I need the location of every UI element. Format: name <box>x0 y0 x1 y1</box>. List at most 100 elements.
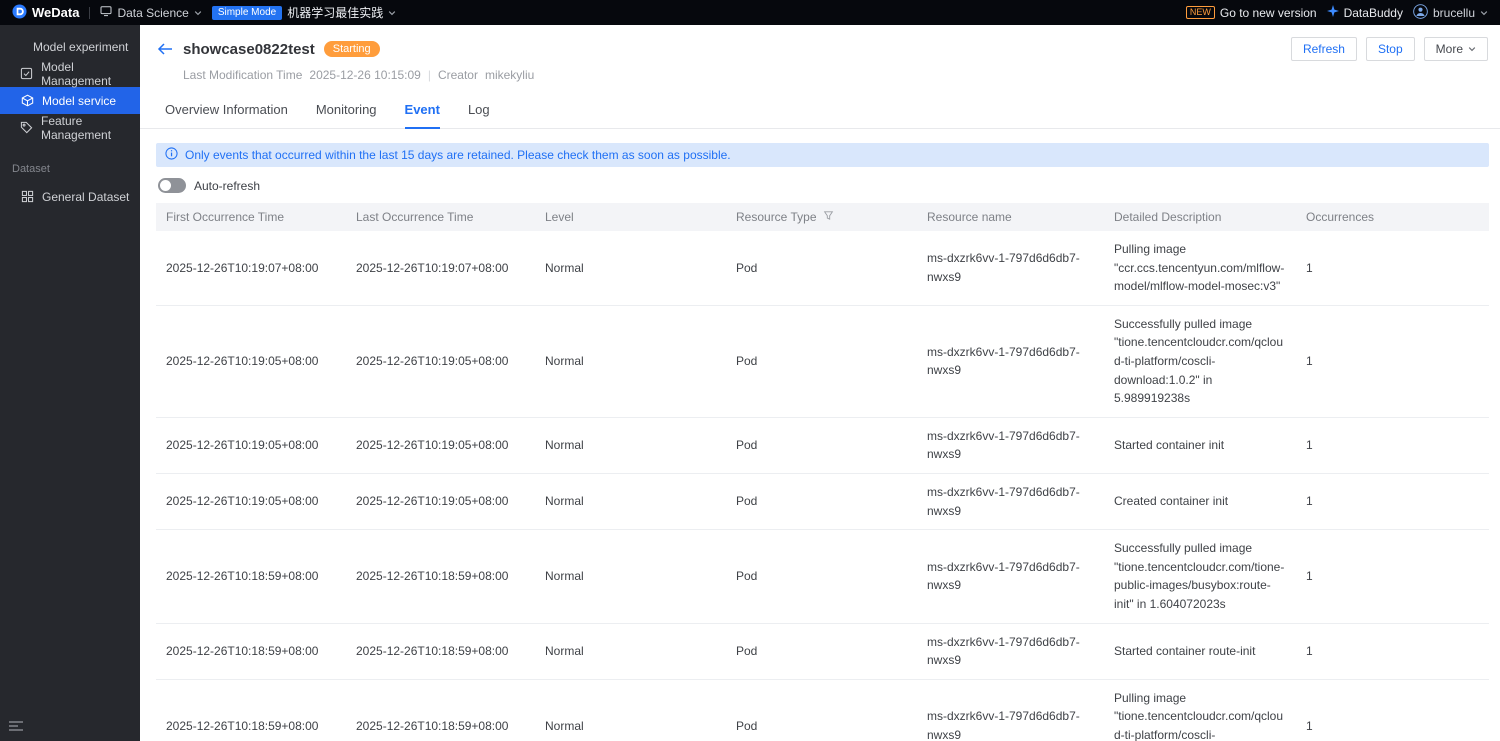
info-icon <box>165 147 178 163</box>
auto-refresh-label: Auto-refresh <box>194 178 261 193</box>
topbar: WeData Data Science Simple Mode 机器学习最佳实践… <box>0 0 1500 25</box>
tab-event[interactable]: Event <box>404 94 440 129</box>
new-badge: NEW <box>1185 6 1215 19</box>
table-row: 2025-12-26T10:18:59+08:00 2025-12-26T10:1… <box>156 529 1489 624</box>
wedata-logo-icon <box>12 3 27 22</box>
cell-description: Pulling image "ccr.ccs.tencentyun.com/ml… <box>1104 231 1296 306</box>
brand-name: WeData <box>32 5 80 20</box>
feature-management-icon <box>20 121 33 135</box>
cell-resource-name: ms-dxzrk6vv-1-797d6d6db7-nwxs9 <box>917 473 1104 531</box>
back-button[interactable] <box>156 40 174 58</box>
more-button-label: More <box>1435 42 1463 56</box>
cell-first-occurrence-time: 2025-12-26T10:19:05+08:00 <box>156 473 346 531</box>
events-table: First Occurrence Time Last Occurrence Ti… <box>156 203 1489 741</box>
databuddy-label: DataBuddy <box>1343 5 1403 20</box>
retention-notice-text: Only events that occurred within the las… <box>185 148 731 162</box>
cell-resource-type: Pod <box>726 417 917 474</box>
cell-resource-type: Pod <box>726 623 917 680</box>
col-resource-type: Resource Type <box>726 203 917 231</box>
tab-log[interactable]: Log <box>468 94 490 129</box>
cell-level: Normal <box>535 305 726 418</box>
project-selector[interactable]: Simple Mode 机器学习最佳实践 <box>211 4 396 21</box>
table-row: 2025-12-26T10:19:05+08:00 2025-12-26T10:1… <box>156 305 1489 418</box>
sidebar-item-model-experiment[interactable]: Model experiment <box>0 33 140 60</box>
cell-level: Normal <box>535 529 726 624</box>
cell-resource-name: ms-dxzrk6vv-1-797d6d6db7-nwxs9 <box>917 231 1104 306</box>
cell-occurrences: 1 <box>1296 473 1489 531</box>
databuddy-icon <box>1326 5 1339 20</box>
meta-divider: | <box>427 68 431 82</box>
cell-resource-type: Pod <box>726 305 917 418</box>
stop-button[interactable]: Stop <box>1365 37 1415 61</box>
chevron-down-icon <box>1468 42 1476 56</box>
model-management-icon <box>20 67 33 81</box>
avatar <box>1413 3 1428 22</box>
sidebar: Model experiment Model Management Model se… <box>0 25 140 741</box>
cell-occurrences: 1 <box>1296 231 1489 306</box>
wedata-logo[interactable]: WeData <box>12 3 80 22</box>
col-resource-name: Resource name <box>917 203 1104 231</box>
main-panel: showcase0822test Starting Refresh Stop M… <box>140 25 1500 741</box>
product-menu-label: Data Science <box>117 5 189 20</box>
cell-resource-type: Pod <box>726 231 917 306</box>
cell-occurrences: 1 <box>1296 529 1489 624</box>
model-service-icon <box>20 94 34 108</box>
col-first-occurrence-time: First Occurrence Time <box>156 203 346 231</box>
cell-occurrences: 1 <box>1296 305 1489 418</box>
sidebar-item-feature-management[interactable]: Feature Management <box>0 113 140 142</box>
cell-first-occurrence-time: 2025-12-26T10:18:59+08:00 <box>156 529 346 624</box>
cell-resource-name: ms-dxzrk6vv-1-797d6d6db7-nwxs9 <box>917 417 1104 474</box>
sidebar-item-model-service[interactable]: Model service <box>0 87 140 114</box>
table-row: 2025-12-26T10:18:59+08:00 2025-12-26T10:1… <box>156 679 1489 741</box>
refresh-button[interactable]: Refresh <box>1290 37 1357 61</box>
col-level: Level <box>535 203 726 231</box>
databuddy-entry[interactable]: DataBuddy <box>1326 5 1403 20</box>
cell-level: Normal <box>535 231 726 306</box>
cell-resource-type: Pod <box>726 679 917 741</box>
cell-last-occurrence-time: 2025-12-26T10:18:59+08:00 <box>346 623 535 680</box>
user-menu[interactable]: brucellu <box>1413 3 1488 22</box>
cell-resource-name: ms-dxzrk6vv-1-797d6d6db7-nwxs9 <box>917 529 1104 624</box>
table-row: 2025-12-26T10:19:07+08:00 2025-12-26T10:1… <box>156 231 1489 306</box>
chevron-down-icon <box>1480 6 1488 20</box>
cell-level: Normal <box>535 473 726 531</box>
tab-bar: Overview Information Monitoring Event Log <box>140 94 1500 129</box>
cell-description: Successfully pulled image "tione.tencent… <box>1104 305 1296 418</box>
auto-refresh-toggle[interactable] <box>158 178 186 193</box>
username: brucellu <box>1432 5 1475 20</box>
go-to-new-version-label: Go to new version <box>1219 5 1317 20</box>
cell-last-occurrence-time: 2025-12-26T10:18:59+08:00 <box>346 679 535 741</box>
project-name: 机器学习最佳实践 <box>287 6 384 20</box>
sidebar-item-label: Model experiment <box>33 39 129 54</box>
table-row: 2025-12-26T10:18:59+08:00 2025-12-26T10:1… <box>156 623 1489 680</box>
last-modification-time: 2025-12-26 10:15:09 <box>309 68 421 82</box>
filter-icon[interactable] <box>823 210 834 224</box>
chevron-down-icon <box>388 6 396 20</box>
product-menu[interactable]: Data Science <box>100 5 202 20</box>
cell-first-occurrence-time: 2025-12-26T10:19:07+08:00 <box>156 231 346 306</box>
more-button[interactable]: More <box>1423 37 1488 61</box>
sidebar-item-label: Feature Management <box>41 113 112 142</box>
table-header-row: First Occurrence Time Last Occurrence Ti… <box>156 203 1489 231</box>
sidebar-item-label: General Dataset <box>42 189 130 204</box>
sidebar-item-label: Model Management <box>41 59 112 88</box>
cell-last-occurrence-time: 2025-12-26T10:18:59+08:00 <box>346 529 535 624</box>
cell-occurrences: 1 <box>1296 679 1489 741</box>
sidebar-item-general-dataset[interactable]: General Dataset <box>0 183 140 210</box>
cell-first-occurrence-time: 2025-12-26T10:19:05+08:00 <box>156 305 346 418</box>
sidebar-item-model-management[interactable]: Model Management <box>0 59 140 88</box>
chevron-down-icon <box>194 6 202 20</box>
tab-monitoring[interactable]: Monitoring <box>316 94 377 129</box>
cell-last-occurrence-time: 2025-12-26T10:19:05+08:00 <box>346 473 535 531</box>
last-modification-label: Last Modification Time <box>183 68 303 82</box>
cell-level: Normal <box>535 417 726 474</box>
table-row: 2025-12-26T10:19:05+08:00 2025-12-26T10:1… <box>156 417 1489 474</box>
sidebar-collapse-button[interactable] <box>8 719 26 733</box>
cell-last-occurrence-time: 2025-12-26T10:19:07+08:00 <box>346 231 535 306</box>
status-badge: Starting <box>323 41 380 57</box>
cell-first-occurrence-time: 2025-12-26T10:18:59+08:00 <box>156 623 346 680</box>
cell-resource-type: Pod <box>726 529 917 624</box>
cell-resource-type: Pod <box>726 473 917 531</box>
go-to-new-version-link[interactable]: NEW Go to new version <box>1185 5 1317 20</box>
tab-overview-information[interactable]: Overview Information <box>165 94 288 129</box>
